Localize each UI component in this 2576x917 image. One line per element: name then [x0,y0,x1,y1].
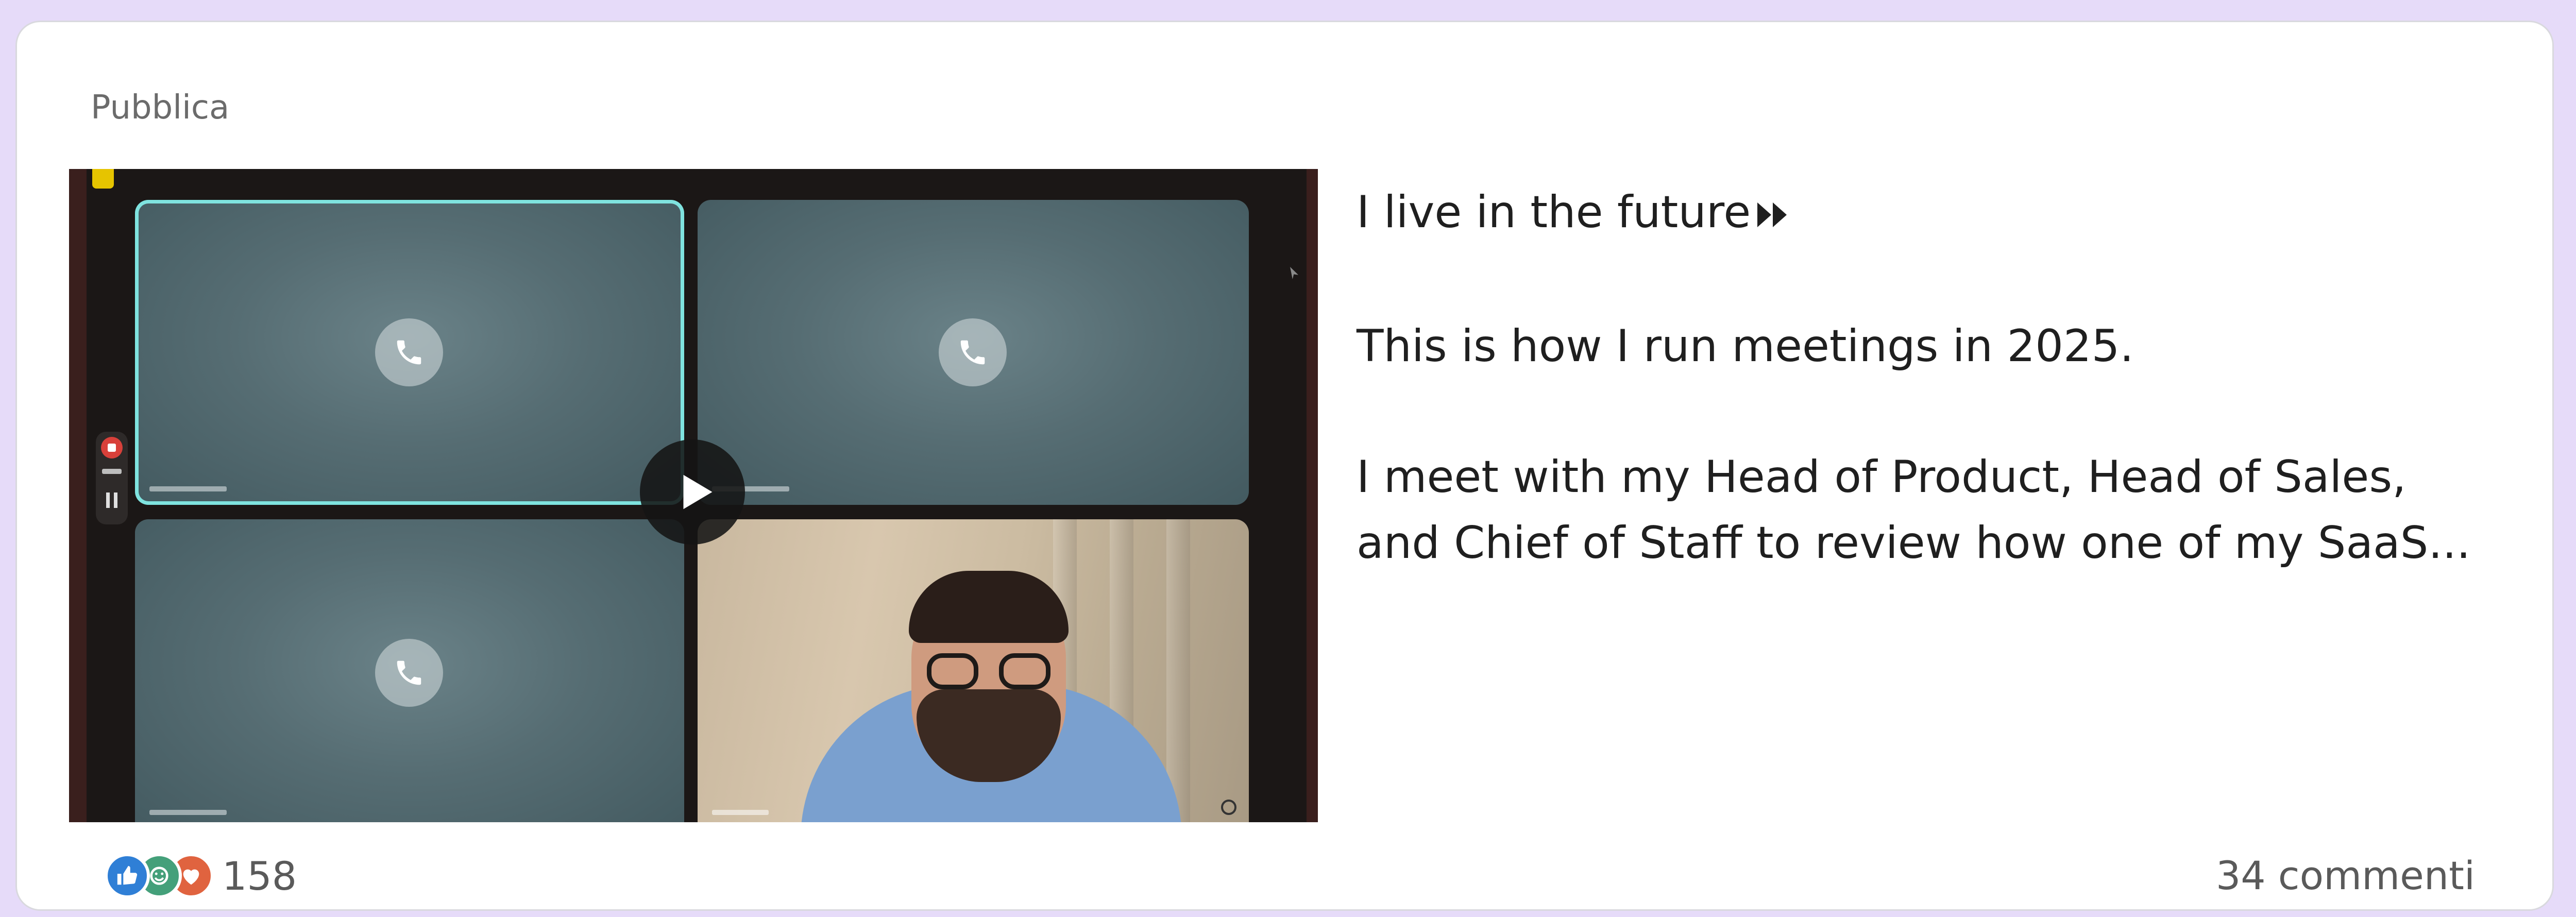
post-text: I live in the future This is how I run m… [1357,179,2521,576]
video-thumbnail[interactable] [69,169,1318,822]
post-title: I live in the future [1357,186,1751,238]
camera-tile [698,519,1249,822]
phone-icon [939,318,1007,386]
comments-count-link[interactable]: 34 commenti [2216,853,2475,898]
call-tile [135,200,684,505]
call-tile [698,200,1249,505]
play-button[interactable] [640,439,745,545]
phone-icon [375,639,443,707]
background-curtain [1166,519,1190,822]
participant-label [712,810,769,815]
post-text-segment: and Chief of Staff to review how one of … [1357,517,2471,569]
post-text-line: I live in the future [1357,179,2521,248]
play-icon [683,474,713,510]
post-text-line: I meet with my Head of Product, Head of … [1357,444,2521,576]
glasses-icon [999,653,1050,689]
reactions-count: 158 [222,853,297,899]
participant-label [149,810,227,815]
video-frame-edge [69,169,87,822]
camera-settings-icon [1221,800,1236,815]
reactions-summary[interactable]: 158 [105,850,297,902]
cursor-icon [1290,267,1298,279]
like-icon [105,853,150,898]
fast-forward-icon [1756,182,1790,248]
post-text-line: This is how I run meetings in 2025. [1357,320,2134,372]
recording-timer [102,469,122,474]
recording-controls [96,432,128,524]
post-card: Pubblica I live in the future This is ho… [15,21,2554,911]
participant-label [149,486,227,491]
call-tile [135,519,684,822]
video-corner-badge [92,169,114,189]
video-frame-edge [1307,169,1318,822]
record-icon [101,437,123,458]
post-visibility-label: Pubblica [91,89,230,127]
glasses-icon [927,653,978,689]
pause-icon [106,493,117,508]
post-text-segment: I meet with my Head of Product, Head of … [1357,451,2406,503]
phone-icon [375,318,443,386]
participant-hair [909,571,1069,643]
